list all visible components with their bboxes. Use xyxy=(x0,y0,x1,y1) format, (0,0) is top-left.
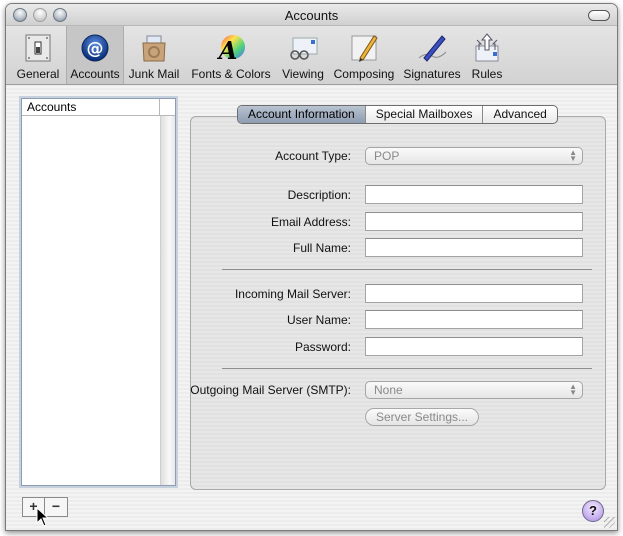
password-label: Password: xyxy=(294,340,351,354)
window-title: Accounts xyxy=(284,8,339,23)
separator xyxy=(222,368,592,369)
email-address-label: Email Address: xyxy=(270,215,351,229)
glasses-envelope-icon xyxy=(290,37,318,60)
accounts-list[interactable]: Accounts xyxy=(21,98,176,486)
toolbar-label: Composing xyxy=(333,67,395,81)
toolbar-label: Signatures xyxy=(403,67,461,81)
full-name-field[interactable] xyxy=(365,238,583,257)
color-wheel-font-icon: A xyxy=(217,35,245,64)
preferences-toolbar: General @ Accounts Junk Mail A Fonts & C… xyxy=(6,26,617,85)
pencil-paper-icon xyxy=(351,35,378,62)
updown-arrows-icon: ▲ ▼ xyxy=(569,148,577,163)
outgoing-mail-server-value: None xyxy=(374,383,403,397)
toolbar-toggle-button[interactable] xyxy=(588,10,610,21)
toolbar-label: Viewing xyxy=(282,67,324,81)
description-label: Description: xyxy=(287,188,351,202)
recycle-bag-icon xyxy=(142,35,166,62)
resize-grip-icon[interactable] xyxy=(604,517,615,528)
toolbar-item-rules[interactable]: Rules xyxy=(464,26,510,84)
toolbar-item-general[interactable]: General xyxy=(10,26,66,84)
mouse-cursor-icon xyxy=(36,507,50,527)
toolbar-label: Accounts xyxy=(70,67,120,81)
tab-account-information[interactable]: Account Information xyxy=(238,106,366,123)
server-settings-button[interactable]: Server Settings... xyxy=(365,408,479,426)
tab-advanced[interactable]: Advanced xyxy=(483,106,556,123)
description-field[interactable] xyxy=(365,185,583,204)
accounts-column-header: Accounts xyxy=(27,100,77,114)
toolbar-item-signatures[interactable]: Signatures xyxy=(400,26,464,84)
toolbar-label: General xyxy=(16,67,60,81)
svg-text:@: @ xyxy=(87,39,104,59)
title-bar[interactable]: Accounts xyxy=(6,4,617,26)
toolbar-label: Rules xyxy=(471,67,503,81)
account-tab-panel xyxy=(190,116,606,490)
preferences-window: Accounts General @ Accounts Junk Mail A … xyxy=(5,3,618,531)
updown-arrows-icon: ▲ ▼ xyxy=(569,382,577,397)
separator xyxy=(222,269,592,270)
toolbar-label: Junk Mail xyxy=(128,67,180,81)
toolbar-item-accounts[interactable]: @ Accounts xyxy=(66,26,124,84)
full-name-label: Full Name: xyxy=(292,241,351,255)
accounts-list-scrollbar[interactable] xyxy=(160,116,175,485)
header-divider xyxy=(159,99,160,115)
tab-special-mailboxes[interactable]: Special Mailboxes xyxy=(366,106,484,123)
toolbar-item-composing[interactable]: Composing xyxy=(328,26,400,84)
arrows-envelope-icon xyxy=(475,33,499,62)
at-sign-icon: @ xyxy=(81,34,109,62)
email-address-field[interactable] xyxy=(365,212,583,231)
incoming-mail-server-field[interactable] xyxy=(365,284,583,303)
toolbar-item-viewing[interactable]: Viewing xyxy=(278,26,328,84)
help-button[interactable]: ? xyxy=(582,500,604,522)
accounts-list-header[interactable]: Accounts xyxy=(22,99,175,116)
pen-signature-icon xyxy=(418,35,447,62)
svg-text:A: A xyxy=(217,36,238,64)
password-field[interactable] xyxy=(365,337,583,356)
account-tabs: Account Information Special Mailboxes Ad… xyxy=(237,105,558,124)
account-type-label: Account Type: xyxy=(275,149,351,163)
outgoing-mail-server-popup[interactable]: None ▲ ▼ xyxy=(365,381,583,399)
outgoing-mail-server-label: Outgoing Mail Server (SMTP): xyxy=(190,383,351,397)
user-name-field[interactable] xyxy=(365,310,583,329)
incoming-mail-server-label: Incoming Mail Server: xyxy=(234,287,351,301)
user-name-label: User Name: xyxy=(286,313,351,327)
toolbar-item-junk-mail[interactable]: Junk Mail xyxy=(124,26,184,84)
light-switch-icon xyxy=(25,34,51,62)
toolbar-item-fonts-colors[interactable]: A Fonts & Colors xyxy=(184,26,278,84)
account-type-popup[interactable]: POP ▲ ▼ xyxy=(365,147,583,165)
toolbar-label: Fonts & Colors xyxy=(191,67,271,81)
account-type-value: POP xyxy=(374,149,400,163)
